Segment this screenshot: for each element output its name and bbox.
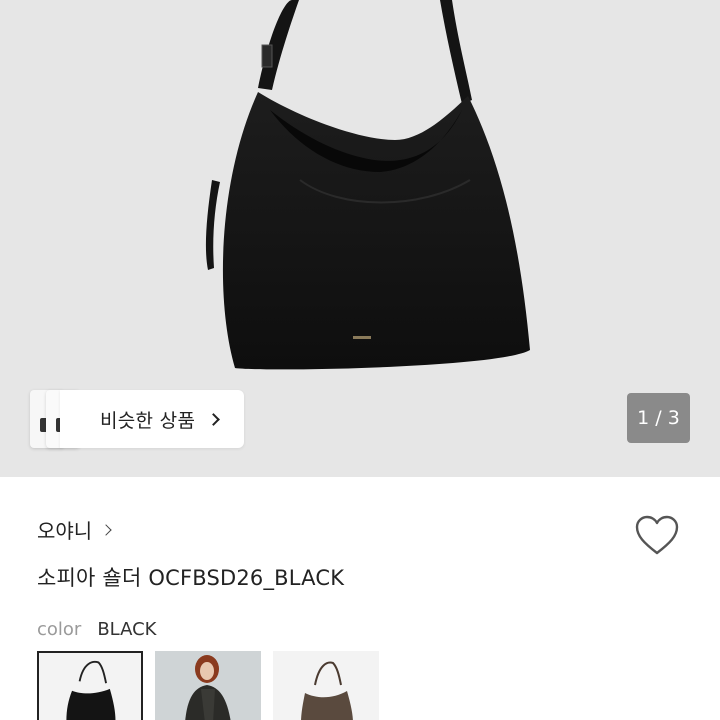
similar-products-button[interactable]: 비슷한 상품 xyxy=(30,390,254,448)
product-info: 오야니 소피아 숄더 OCFBSD26_BLACK color BLACK xyxy=(0,477,720,720)
brand-link[interactable]: 오야니 xyxy=(37,515,112,544)
similar-products-label: 비슷한 상품 xyxy=(100,409,196,432)
color-option-row: color BLACK xyxy=(37,619,157,640)
swatch-model-photo[interactable] xyxy=(155,651,261,720)
similar-products-pill[interactable]: 비슷한 상품 xyxy=(60,390,245,448)
heart-icon[interactable] xyxy=(634,515,680,557)
chevron-right-icon xyxy=(207,412,221,426)
selected-color-value: BLACK xyxy=(97,619,157,640)
model-photo-thumbnail xyxy=(155,651,261,720)
brand-name: 오야니 xyxy=(37,519,93,543)
swatch-black-bag[interactable] xyxy=(37,651,143,720)
brown-bag-thumbnail xyxy=(301,661,353,720)
color-swatch-list xyxy=(37,651,379,720)
swatch-brown-bag[interactable] xyxy=(273,651,379,720)
product-title: 소피아 숄더 OCFBSD26_BLACK xyxy=(37,566,345,590)
chevron-right-icon xyxy=(100,523,112,536)
image-page-counter: 1 / 3 xyxy=(627,393,690,443)
black-bag-thumbnail xyxy=(66,660,116,720)
product-image-gallery[interactable]: 비슷한 상품 1 / 3 xyxy=(0,0,720,477)
color-label: color xyxy=(37,619,82,640)
